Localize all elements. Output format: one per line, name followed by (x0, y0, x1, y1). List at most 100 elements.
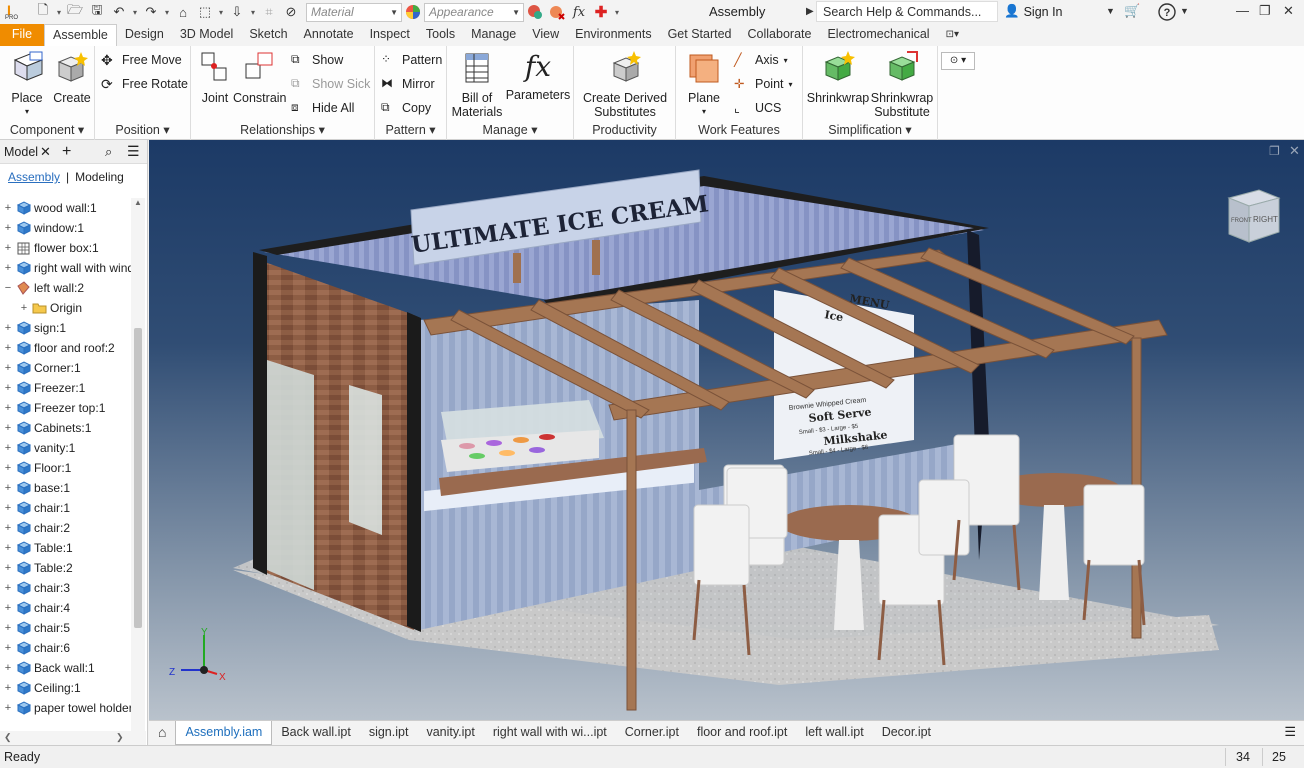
constrain-button[interactable]: Constrain (233, 50, 287, 105)
browser-close-icon[interactable]: ✕ (40, 144, 51, 160)
undo-icon[interactable]: ↶ (108, 2, 130, 22)
cart-icon[interactable]: 🛒 (1124, 3, 1140, 19)
doc-tab-left-wall[interactable]: left wall.ipt (796, 721, 872, 745)
tab-assemble[interactable]: Assemble (44, 24, 117, 46)
expand-icon[interactable]: + (0, 402, 16, 414)
viewport-close-icon[interactable]: ✕ (1289, 143, 1300, 159)
mirror-button[interactable]: ⧓ Mirror (381, 74, 435, 94)
appearance-color-icon[interactable] (402, 2, 424, 22)
adaptivity-icon[interactable]: ⊘ (280, 2, 302, 22)
restore-icon[interactable]: ❐ (1259, 3, 1271, 19)
expand-icon[interactable]: + (0, 262, 16, 274)
inventor-logo[interactable]: I PRO (0, 0, 24, 24)
bill-of-materials-button[interactable]: Bill of Materials (450, 50, 504, 119)
doc-tabs-menu-icon[interactable]: ☰ (1284, 724, 1296, 740)
sign-in-button[interactable]: 👤 Sign In (1004, 4, 1063, 19)
free-move-button[interactable]: ✥ Free Move (101, 50, 182, 70)
open-folder-icon[interactable]: 🗁 (64, 2, 86, 22)
pattern-button[interactable]: ⁘ Pattern (381, 50, 442, 70)
point-button[interactable]: ✛ Point ▾ (734, 74, 793, 94)
doc-tab-decor[interactable]: Decor.ipt (873, 721, 940, 745)
doc-tab-back-wall[interactable]: Back wall.ipt (272, 721, 359, 745)
minimize-icon[interactable]: — (1236, 3, 1249, 18)
browser-add-icon[interactable]: + (62, 143, 71, 161)
tree-item[interactable]: − left wall:2 (0, 278, 84, 298)
doc-tab-corner[interactable]: Corner.ipt (616, 721, 688, 745)
redo-icon[interactable]: ↷ (140, 2, 162, 22)
tree-item[interactable]: + Ceiling:1 (0, 678, 81, 698)
browser-scrollbar[interactable]: ▲ (131, 198, 145, 743)
doc-tab-right-wall[interactable]: right wall with wi...ipt (484, 721, 616, 745)
shrinkwrap-substitute-button[interactable]: Shrinkwrap Substitute (869, 50, 935, 119)
redo-dropdown-icon[interactable]: ▾ (162, 8, 172, 17)
update-icon[interactable]: ⇩ (226, 2, 248, 22)
tab-manage[interactable]: Manage (463, 24, 524, 46)
tree-item[interactable]: + chair:3 (0, 578, 70, 598)
expand-icon[interactable]: + (0, 702, 16, 714)
browser-hscroll[interactable]: ❮ ❯ (0, 731, 146, 745)
doc-tab-vanity[interactable]: vanity.ipt (417, 721, 483, 745)
measure-icon[interactable]: ⌗ (258, 2, 280, 22)
fx-icon[interactable]: fx (568, 2, 590, 22)
window-right[interactable] (349, 385, 382, 535)
tree-item[interactable]: + right wall with wind (0, 258, 134, 278)
customize-qat-icon[interactable]: ▾ (612, 8, 622, 17)
tab-sketch[interactable]: Sketch (241, 24, 295, 46)
expand-icon[interactable]: + (0, 322, 16, 334)
plane-button[interactable]: Plane ▾ (682, 50, 726, 119)
scroll-right-icon[interactable]: ❯ (116, 732, 124, 743)
update-dropdown-icon[interactable]: ▾ (248, 8, 258, 17)
show-button[interactable]: ⧉ Show (291, 50, 343, 70)
tab-3d-model[interactable]: 3D Model (172, 24, 242, 46)
expand-icon[interactable]: + (0, 422, 16, 434)
expand-icon[interactable]: + (0, 562, 16, 574)
browser-scroll-thumb[interactable] (134, 328, 142, 628)
expand-icon[interactable]: + (0, 382, 16, 394)
select-dropdown-icon[interactable]: ▾ (216, 8, 226, 17)
expand-icon[interactable]: + (0, 222, 16, 234)
home-tab-icon[interactable]: ⌂ (149, 721, 175, 745)
tree-item[interactable]: + chair:1 (0, 498, 70, 518)
new-file-icon[interactable]: 🗋 (32, 2, 54, 22)
create-button[interactable]: Create (52, 50, 92, 105)
scroll-left-icon[interactable]: ❮ (4, 732, 12, 743)
tab-tools[interactable]: Tools (418, 24, 463, 46)
browser-search-icon[interactable]: ⌕ (105, 144, 112, 160)
assembly-model-render[interactable]: ULTIMATE ICE CREAM MENU Ice Brownie Whip… (149, 140, 1304, 720)
parameters-button[interactable]: fx Parameters (505, 50, 571, 102)
tree-item[interactable]: + window:1 (0, 218, 84, 238)
browser-menu-icon[interactable]: ☰ (127, 143, 140, 160)
new-dropdown-icon[interactable]: ▾ (54, 8, 64, 17)
tree-item[interactable]: + vanity:1 (0, 438, 76, 458)
expand-icon[interactable]: + (0, 442, 16, 454)
doc-tab-floor-roof[interactable]: floor and roof.ipt (688, 721, 796, 745)
tree-item[interactable]: + chair:2 (0, 518, 70, 538)
expand-icon[interactable]: + (0, 242, 16, 254)
free-rotate-button[interactable]: ⟳ Free Rotate (101, 74, 188, 94)
place-button[interactable]: Place ▾ (6, 50, 48, 119)
tab-design[interactable]: Design (117, 24, 172, 46)
ribbon-more-button[interactable]: ⊙ ▾ (941, 52, 975, 70)
tree-item[interactable]: + floor and roof:2 (0, 338, 115, 358)
tree-item[interactable]: + chair:4 (0, 598, 70, 618)
tree-item[interactable]: + Origin (16, 298, 82, 318)
expand-icon[interactable]: + (0, 602, 16, 614)
select-icon[interactable]: ⬚ (194, 2, 216, 22)
tab-get-started[interactable]: Get Started (660, 24, 740, 46)
help-dropdown-icon[interactable]: ▼ (1180, 6, 1189, 16)
tab-electromechanical[interactable]: Electromechanical (819, 24, 937, 46)
expand-icon[interactable]: + (0, 682, 16, 694)
doc-tab-assembly[interactable]: Assembly.iam (175, 721, 273, 745)
expand-icon[interactable]: + (0, 342, 16, 354)
collapse-icon[interactable]: − (0, 282, 16, 294)
help-icon[interactable]: ? (1158, 3, 1176, 24)
panel-title-simplification[interactable]: Simplification ▾ (803, 122, 937, 137)
browser-tab-modeling[interactable]: Modeling (75, 170, 124, 184)
panel-title-relationships[interactable]: Relationships ▾ (191, 122, 374, 137)
tab-environments[interactable]: Environments (567, 24, 659, 46)
graphics-viewport[interactable]: ULTIMATE ICE CREAM MENU Ice Brownie Whip… (149, 140, 1304, 720)
expand-icon[interactable]: + (0, 202, 16, 214)
save-icon[interactable]: 🖫 (86, 2, 108, 22)
tree-item[interactable]: + Table:1 (0, 538, 73, 558)
add-icon[interactable]: ✚ (590, 2, 612, 22)
